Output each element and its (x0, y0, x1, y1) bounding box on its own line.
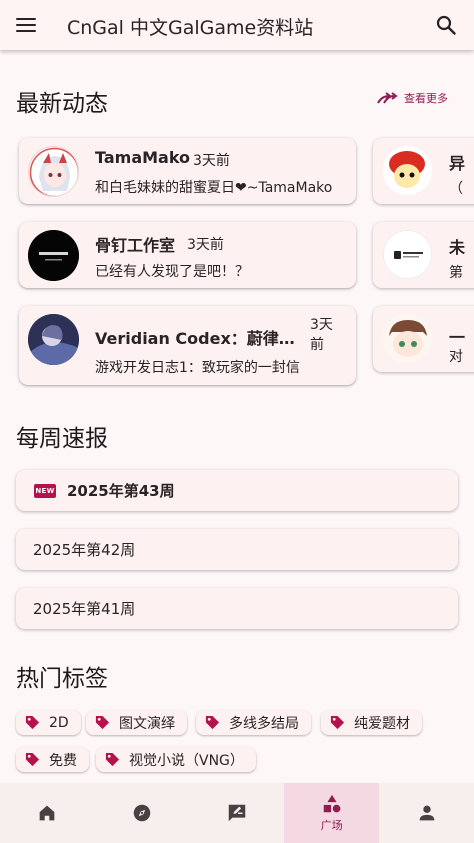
news-card[interactable]: Veridian Codex：蔚律法典 3天前 游戏开发日志1：致玩家的一封信 (19, 306, 356, 385)
tag-label: 视觉小说（VNG） (129, 752, 244, 769)
avatar (28, 146, 79, 197)
weekly-item-label: 2025年第41周 (33, 600, 136, 618)
peek-name: 一 (449, 328, 466, 347)
news-author: Veridian Codex：蔚律法典 (95, 329, 295, 348)
weekly-section-title: 每周速报 (16, 426, 108, 452)
news-section-title: 最新动态 (16, 91, 108, 117)
avatar (28, 314, 79, 365)
nav-articles[interactable] (190, 783, 285, 843)
tag-icon (25, 715, 40, 730)
tag-chip[interactable]: 多线多结局 (196, 710, 311, 735)
person-icon (419, 805, 434, 821)
avatar (383, 146, 432, 195)
avatar (383, 230, 432, 279)
peek-name: 异 (449, 154, 466, 173)
tag-chip[interactable]: 视觉小说（VNG） (96, 747, 256, 772)
bottom-navigation: 广场 (0, 783, 474, 843)
tag-icon (205, 715, 220, 730)
tag-chip[interactable]: 2D (16, 710, 81, 735)
compass-icon (133, 804, 151, 822)
edit-note-icon (228, 804, 246, 822)
tag-icon (105, 752, 120, 767)
tag-icon (330, 715, 345, 730)
peek-message: 第 (449, 265, 463, 281)
peek-name: 未 (449, 238, 466, 257)
news-card[interactable]: TamaMako 3天前 和白毛妹妹的甜蜜夏日❤~TamaMako (19, 138, 356, 204)
app-title: CnGal 中文GalGame资料站 (67, 17, 314, 39)
avatar (383, 314, 432, 363)
weekly-item[interactable]: 2025年第42周 (16, 529, 458, 570)
news-time: 3天前 (187, 237, 224, 253)
weekly-item[interactable]: 2025年第41周 (16, 588, 458, 629)
nav-plaza[interactable]: 广场 (284, 783, 380, 843)
news-card[interactable]: 骨钉工作室 3天前 已经有人发现了是吧！？ (19, 222, 356, 288)
news-message: 游戏开发日志1：致玩家的一封信 (95, 360, 300, 376)
tag-label: 图文演绎 (119, 715, 175, 732)
news-card-peek[interactable]: 一 对 (373, 306, 474, 372)
shapes-icon (323, 794, 341, 813)
news-message: 已经有人发现了是吧！？ (95, 264, 249, 280)
see-more-link[interactable]: 查看更多 (376, 90, 448, 106)
see-more-label: 查看更多 (404, 92, 448, 105)
tag-label: 免费 (49, 752, 77, 769)
avatar (28, 230, 79, 281)
top-app-bar: CnGal 中文GalGame资料站 (0, 0, 474, 50)
peek-message: 对 (449, 349, 463, 365)
news-time: 3天前 (310, 317, 333, 353)
news-author: TamaMako (95, 148, 191, 167)
tag-chip[interactable]: 图文演绎 (86, 710, 187, 735)
new-badge: NEW (34, 483, 56, 498)
peek-message: （ (449, 181, 463, 197)
weekly-item[interactable]: NEW 2025年第43周 (16, 470, 458, 511)
tag-icon (25, 752, 40, 767)
home-icon (40, 805, 55, 821)
weekly-item-label: 2025年第43周 (67, 482, 175, 500)
nav-profile[interactable] (379, 783, 474, 843)
tag-chip[interactable]: 免费 (16, 747, 89, 772)
nav-plaza-label: 广场 (320, 819, 343, 832)
menu-icon[interactable] (14, 13, 38, 37)
nav-home[interactable] (0, 783, 95, 843)
tag-label: 多线多结局 (229, 715, 299, 732)
tag-chip[interactable]: 纯爱题材 (321, 710, 422, 735)
tag-label: 纯爱题材 (354, 715, 410, 732)
news-message: 和白毛妹妹的甜蜜夏日❤~TamaMako (95, 180, 333, 196)
nav-explore[interactable] (95, 783, 190, 843)
weekly-item-label: 2025年第42周 (33, 541, 136, 559)
news-author: 骨钉工作室 (95, 236, 176, 255)
tags-section-title: 热门标签 (16, 666, 108, 692)
tag-label: 2D (49, 714, 69, 731)
news-time: 3天前 (193, 153, 230, 169)
search-icon[interactable] (434, 13, 458, 37)
tag-icon (95, 715, 110, 730)
double-arrow-icon (377, 92, 398, 104)
news-card-peek[interactable]: 未 第 (373, 222, 474, 288)
news-card-peek[interactable]: 异 （ (373, 138, 474, 204)
